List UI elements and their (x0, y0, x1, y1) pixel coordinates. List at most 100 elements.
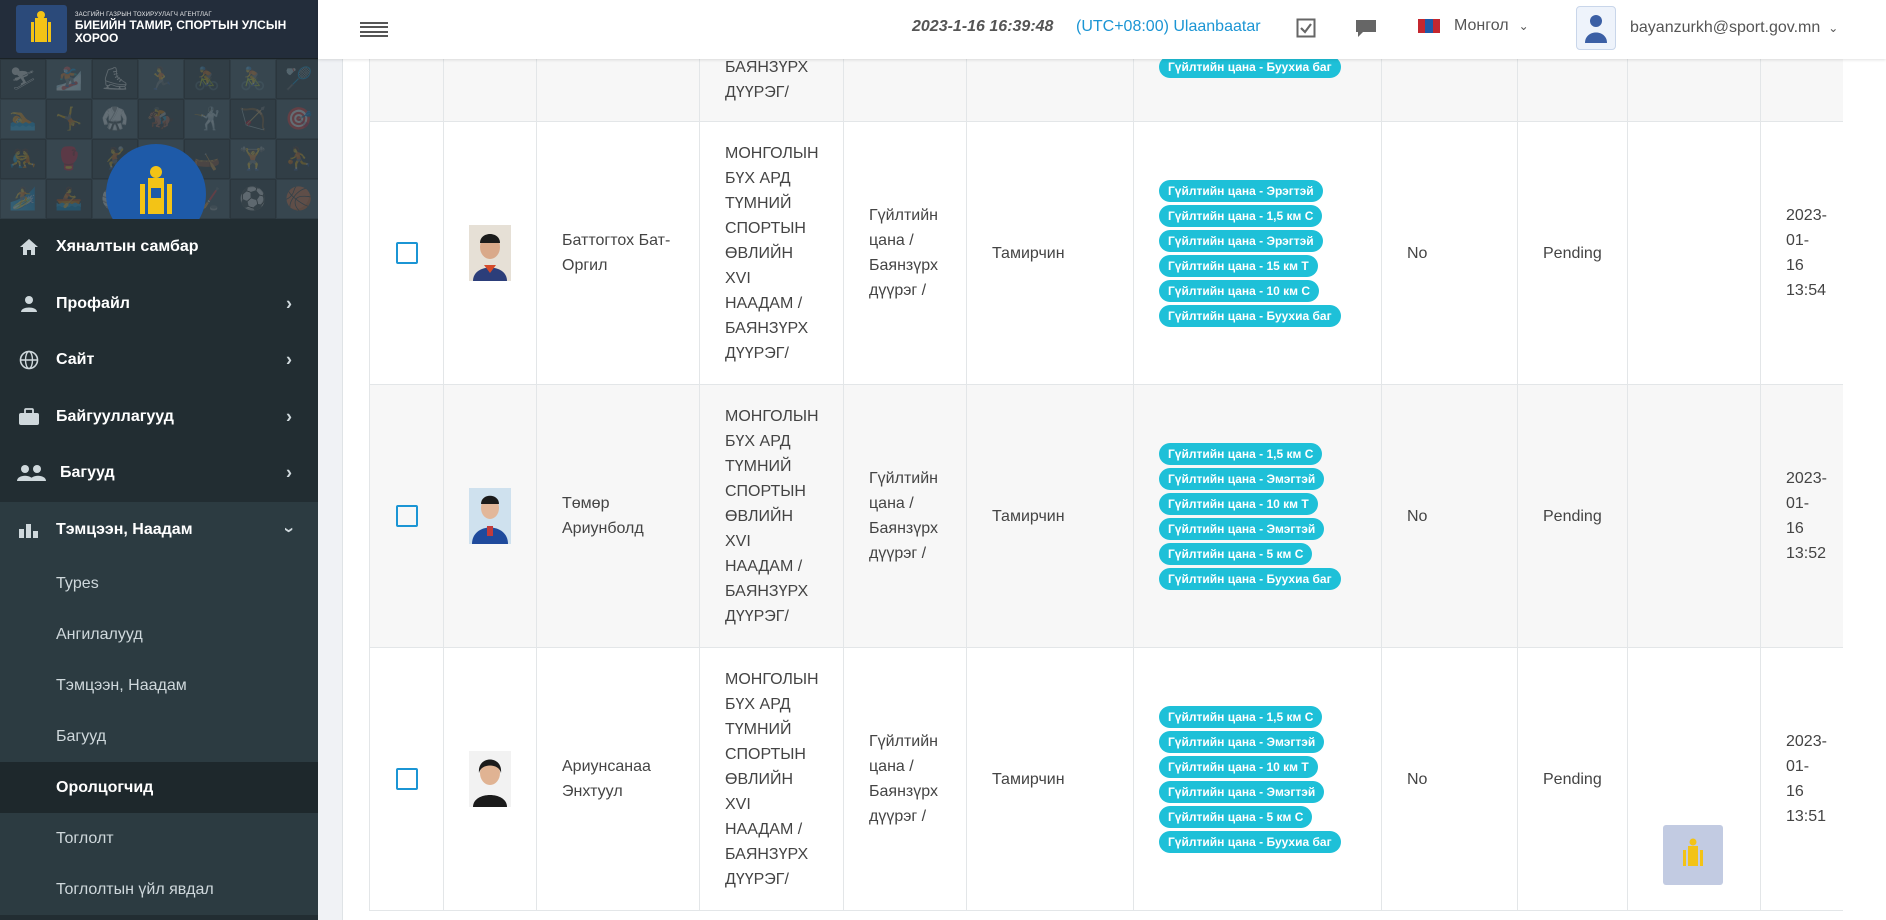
chevron-right-icon: › (286, 406, 292, 427)
category-badge: Гүйлтийн цана - 1,5 км С (1159, 204, 1323, 227)
current-datetime: 2023-1-16 16:39:48 (912, 18, 1054, 35)
cell-name[interactable]: Ариунсанаа Энхтуул (536, 647, 700, 911)
brand-subtitle: ЗАСГИЙН ГАЗРЫН ТОХИРУУЛАГЧ АГЕНТЛАГ (74, 11, 212, 18)
avatar (1576, 6, 1616, 50)
category-badge: Гүйлтийн цана - 10 км Т (1159, 755, 1318, 778)
competitions-submenu: Types Ангилалууд Тэмцээн, Наадам Багууд … (0, 558, 318, 915)
sidebar-item-organizations[interactable]: Байгууллагууд › (0, 389, 318, 446)
menu-toggle-icon[interactable] (360, 19, 388, 41)
briefcase-icon (16, 407, 42, 427)
government-logo (16, 5, 67, 53)
sidebar-menu: Хяналтын самбар Профайл › Сайт › Байгуул… (0, 219, 318, 558)
brand-header[interactable]: ЗАСГИЙН ГАЗРЫН ТОХИРУУЛАГЧ АГЕНТЛАГ БИЕИ… (0, 0, 318, 59)
table-row[interactable]: Баттогтох Бат-Оргил МОНГОЛЫН БҮХ АРД ТҮМ… (369, 121, 1843, 385)
chevron-down-icon: ⌄ (1828, 21, 1839, 35)
cell-flag: No (1381, 647, 1518, 911)
sidebar-item-profile[interactable]: Профайл › (0, 276, 318, 333)
category-badge: Гүйлтийн цана - 5 км С (1159, 542, 1313, 565)
category-badge: Гүйлтийн цана - Эмэгтэй (1159, 467, 1325, 490)
category-badge: Гүйлтийн цана - Эмэгтэй (1159, 517, 1325, 540)
cell-name[interactable]: Баттогтох Бат-Оргил (536, 121, 700, 385)
category-badge: Гүйлтийн цана - 5 км С (1159, 805, 1313, 828)
submenu-item-teams[interactable]: Багууд (0, 711, 318, 762)
chart-icon (16, 520, 42, 540)
cell-event: МОНГОЛЫН БҮХ АРД ТҮМНИЙ СПОРТЫН ӨВЛИЙН X… (699, 384, 844, 648)
sidebar-item-label: Хяналтын самбар (56, 238, 199, 256)
category-badge: Гүйлтийн цана - 1,5 км С (1159, 705, 1323, 728)
cell-role: Тамирчин (966, 121, 1134, 385)
tasks-icon[interactable] (1294, 16, 1318, 40)
category-badge: Гүйлтийн цана - Буухиа баг (1159, 830, 1341, 853)
chevron-down-icon: › (279, 526, 300, 533)
cell-empty (1627, 121, 1761, 385)
messages-icon[interactable] (1354, 16, 1378, 40)
sidebar-item-label: Тэмцээн, Наадам (56, 520, 193, 538)
sidebar-item-teams[interactable]: Багууд › (0, 445, 318, 502)
chevron-right-icon: › (286, 349, 292, 370)
chevron-down-icon: ⌄ (1518, 19, 1529, 33)
submenu-item-competitions[interactable]: Тэмцээн, Наадам (0, 660, 318, 711)
cell-event: МОНГОЛЫН БҮХ АРД ТҮМНИЙ СПОРТЫН ӨВЛИЙН X… (699, 121, 844, 385)
user-menu[interactable]: bayanzurkh@sport.gov.mn ⌄ (1576, 6, 1838, 50)
participant-photo (469, 488, 511, 544)
cell-team: Гүйлтийн цана / Баянзүрх дүүрэг / (843, 647, 967, 911)
sidebar-item-label: Профайл (56, 294, 130, 312)
participant-photo (469, 751, 511, 807)
category-badge: Гүйлтийн цана - Эмэгтэй (1159, 780, 1325, 803)
sidebar-item-competitions[interactable]: Тэмцээн, Наадам › (0, 501, 318, 558)
sidebar-item-label: Сайт (56, 351, 95, 369)
participants-table: БАЯНЗҮРХ ДҮҮРЭГ/ Гүйлтийн цана - Буухиа … (369, 59, 1843, 911)
row-select-checkbox[interactable] (395, 242, 418, 264)
category-badge: Гүйлтийн цана - 10 км С (1159, 279, 1320, 302)
category-badge: Гүйлтийн цана - Эрэгтэй (1159, 229, 1323, 252)
sidebar: ЗАСГИЙН ГАЗРЫН ТОХИРУУЛАГЧ АГЕНТЛАГ БИЕИ… (0, 0, 318, 920)
sidebar-item-label: Байгууллагууд (56, 407, 174, 425)
cell-name[interactable]: Төмөр Ариунболд (536, 384, 700, 648)
row-select-checkbox[interactable] (395, 505, 418, 527)
user-email: bayanzurkh@sport.gov.mn (1630, 19, 1821, 36)
chevron-right-icon: › (286, 462, 292, 483)
submenu-item-types[interactable]: Types (0, 558, 318, 609)
status-badge: Pending (1517, 647, 1628, 911)
language-selector[interactable]: Монгол ⌄ (1418, 17, 1529, 35)
sidebar-item-dashboard[interactable]: Хяналтын самбар (0, 219, 318, 276)
submenu-item-match-events[interactable]: Тоглолтын үйл явдал (0, 864, 318, 915)
category-badge: Гүйлтийн цана - 15 км Т (1159, 254, 1318, 277)
participants-table-wrapper[interactable]: БАЯНЗҮРХ ДҮҮРЭГ/ Гүйлтийн цана - Буухиа … (369, 59, 1843, 920)
cell-empty (1627, 384, 1761, 648)
category-badge: Гүйлтийн цана - Буухиа баг (1159, 567, 1341, 590)
user-icon (16, 294, 42, 314)
category-badge: Гүйлтийн цана - 10 км Т (1159, 492, 1318, 515)
cell-date: 2023-01-16 13:54 (1760, 121, 1843, 385)
mongolia-flag-icon (1418, 19, 1440, 33)
table-row[interactable]: БАЯНЗҮРХ ДҮҮРЭГ/ Гүйлтийн цана - Буухиа … (369, 59, 1843, 122)
submenu-item-participants[interactable]: Оролцогчид (0, 762, 318, 813)
cell-date: 2023-01-16 13:52 (1760, 384, 1843, 648)
timezone-link[interactable]: (UTC+08:00) Ulaanbaatar (1076, 18, 1261, 36)
brand-title: БИЕИЙН ТАМИР, СПОРТЫН УЛСЫН ХОРОО (74, 17, 287, 46)
language-label: Монгол (1454, 17, 1509, 34)
participant-photo (469, 225, 511, 281)
participants-panel: БАЯНЗҮРХ ДҮҮРЭГ/ Гүйлтийн цана - Буухиа … (342, 59, 1886, 920)
sidebar-item-site[interactable]: Сайт › (0, 332, 318, 389)
cell-role: Тамирчин (966, 384, 1134, 648)
cell-role: Тамирчин (966, 647, 1134, 911)
top-navbar: 2023-1-16 16:39:48 (UTC+08:00) Ulaanbaat… (318, 0, 1886, 59)
cell-team: Гүйлтийн цана / Баянзүрх дүүрэг / (843, 384, 967, 648)
chevron-right-icon: › (286, 293, 292, 314)
status-badge: Pending (1517, 121, 1628, 385)
submenu-item-matches[interactable]: Тоглолт (0, 813, 318, 864)
sports-banner: ⛷🏂⛸🏃🚴🚴🏸 🏊🤸🥋🏇🤺🏹🎯 🤼🥊🤾🏌🛶🏋⛹ 🏄🚣🏐🎿🏒⚽🏀 (0, 59, 318, 219)
users-icon (16, 463, 48, 483)
category-badge: Гүйлтийн цана - Эмэгтэй (1159, 730, 1325, 753)
table-row[interactable]: Төмөр Ариунболд МОНГОЛЫН БҮХ АРД ТҮМНИЙ … (369, 384, 1843, 648)
category-badge: Гүйлтийн цана - 1,5 км С (1159, 442, 1323, 465)
submenu-item-categories[interactable]: Ангилалууд (0, 609, 318, 660)
table-row[interactable]: Ариунсанаа Энхтуул МОНГОЛЫН БҮХ АРД ТҮМН… (369, 647, 1843, 911)
home-icon (16, 237, 42, 257)
cell-date: 2023-01-16 13:51 (1760, 647, 1843, 911)
globe-icon (16, 350, 42, 370)
government-watermark-logo (1663, 825, 1723, 885)
row-select-checkbox[interactable] (395, 768, 418, 790)
cell-event: МОНГОЛЫН БҮХ АРД ТҮМНИЙ СПОРТЫН ӨВЛИЙН X… (699, 647, 844, 911)
